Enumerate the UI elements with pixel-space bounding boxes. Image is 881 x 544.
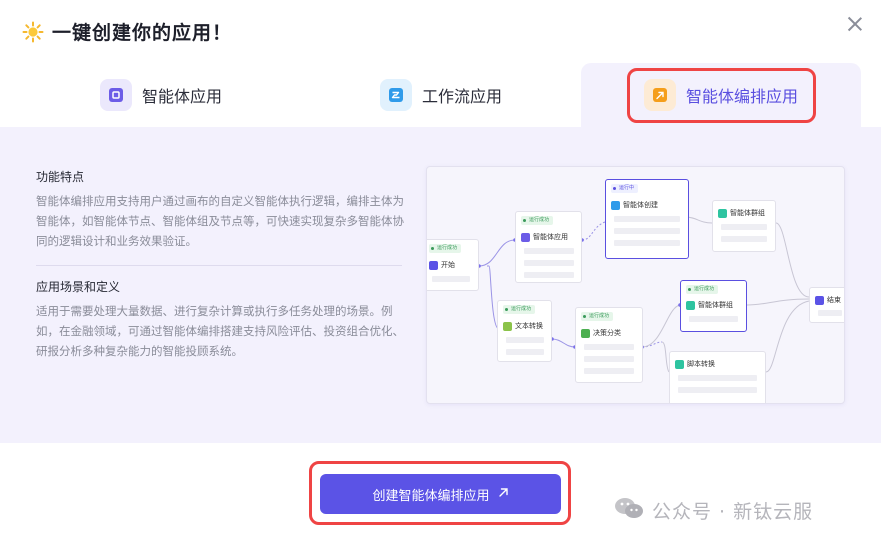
agent-group-icon — [686, 300, 695, 310]
status-badge: 运行成功 — [429, 244, 462, 253]
flow-node-start: 运行成功 开始 — [427, 239, 479, 291]
start-icon — [429, 260, 438, 270]
status-badge: 运行成功 — [686, 285, 719, 294]
decision-icon — [581, 328, 590, 338]
text-convert-icon — [503, 321, 512, 331]
section-divider — [36, 265, 402, 266]
scenarios-text: 适用于需要处理大量数据、进行复杂计算或执行多任务处理的场景。例如，在金融领域，可… — [36, 304, 404, 358]
description-section: 功能特点 智能体编排应用支持用户通过画布的自定义智能体执行逻辑，编排主体为智能体… — [36, 168, 406, 361]
tab-highlight-outline — [627, 68, 816, 123]
script-convert-icon — [675, 359, 684, 369]
tab-label: 智能体应用 — [142, 87, 223, 106]
flow-node-agent-create: 运行中 智能体创建 — [605, 179, 689, 259]
agent-group-icon — [718, 208, 727, 218]
flow-node-agent-group-2: 运行成功 智能体群组 — [680, 280, 747, 332]
flow-node-script-convert: 脚本转换 — [669, 351, 766, 403]
flow-node-agent-app: 运行成功 智能体应用 — [515, 211, 582, 283]
workflow-icon — [380, 79, 412, 111]
agent-create-icon — [611, 200, 620, 210]
tab-agent-app[interactable]: 智能体应用 — [100, 63, 222, 127]
node-label: 文本转换 — [515, 322, 543, 330]
node-label: 智能体群组 — [698, 301, 733, 309]
node-label: 智能体创建 — [623, 201, 658, 209]
tab-label: 工作流应用 — [422, 87, 503, 106]
close-icon[interactable] — [845, 14, 865, 34]
status-badge: 运行成功 — [581, 312, 614, 321]
status-badge: 运行中 — [611, 184, 639, 193]
end-icon — [815, 295, 824, 305]
orchestration-preview: 运行成功 开始 运行成功 智能体应用 运行中 智能体创建 智能体群组 运行成功 … — [426, 166, 845, 404]
watermark-text: 公众号 · 新钛云服 — [652, 501, 814, 523]
node-label: 决策分类 — [593, 329, 621, 337]
status-badge: 运行成功 — [503, 305, 536, 314]
status-badge: 运行成功 — [521, 216, 554, 225]
flow-node-decision: 运行成功 决策分类 — [575, 307, 643, 383]
sparkle-sun-icon — [22, 21, 44, 43]
node-label: 智能体应用 — [533, 233, 568, 241]
node-label: 结束 — [827, 296, 841, 304]
button-highlight-outline — [309, 461, 571, 525]
flow-node-agent-group-1: 智能体群组 — [712, 200, 776, 252]
modal-header: 一键创建你的应用！ — [22, 18, 232, 45]
agent-app-icon — [100, 79, 132, 111]
tab-workflow-app[interactable]: 工作流应用 — [380, 63, 502, 127]
modal-title: 一键创建你的应用！ — [52, 22, 233, 44]
agent-app-icon — [521, 232, 530, 242]
flow-node-text-convert: 运行成功 文本转换 — [497, 300, 552, 362]
node-label: 智能体群组 — [730, 209, 765, 217]
flow-node-end: 结束 — [809, 287, 844, 323]
node-label: 脚本转换 — [687, 360, 715, 368]
create-app-modal: 一键创建你的应用！ 智能体应用 工作流应用 智能体编排应用 功能特点 智能体编排… — [0, 0, 881, 544]
watermark: 公众号 · 新钛云服 — [614, 496, 813, 525]
features-text: 智能体编排应用支持用户通过画布的自定义智能体执行逻辑，编排主体为智能体，如智能体… — [36, 194, 404, 248]
node-label: 开始 — [441, 261, 455, 269]
wechat-icon — [614, 496, 644, 525]
features-heading: 功能特点 — [36, 170, 85, 184]
scenarios-heading: 应用场景和定义 — [36, 280, 121, 294]
